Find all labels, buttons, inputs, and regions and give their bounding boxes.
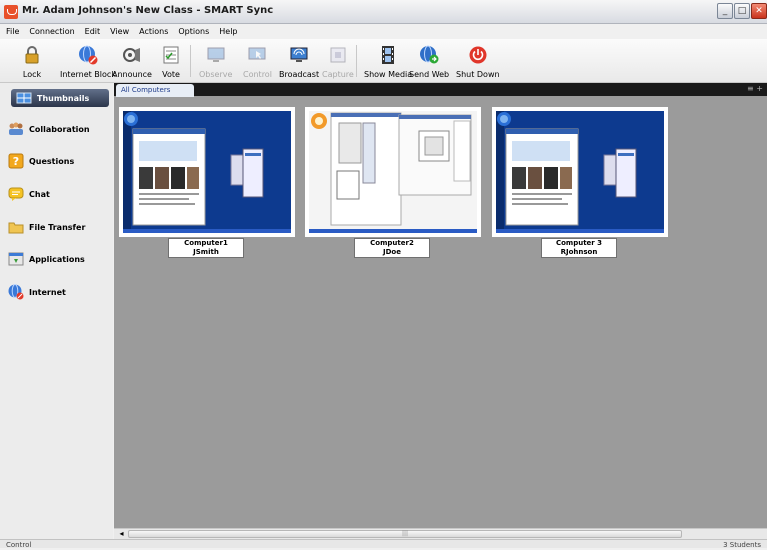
power-icon (468, 45, 488, 65)
scrollbar-thumb[interactable]: ||| (128, 530, 682, 538)
vote-icon (161, 45, 181, 65)
announce-button[interactable]: Announce (112, 43, 152, 81)
menu-help[interactable]: Help (219, 27, 237, 36)
applications-icon (8, 251, 24, 267)
svg-text:?: ? (13, 155, 19, 168)
sidebar-item-collaboration[interactable]: Collaboration (8, 118, 108, 140)
shut-down-button[interactable]: Shut Down (456, 43, 500, 81)
status-mode: Control (6, 541, 32, 549)
internet-block-button[interactable]: Internet Block (60, 43, 116, 81)
tab-strip: All Computers ≡ + (114, 83, 767, 97)
observe-button[interactable]: Observe (199, 43, 232, 81)
computer-name: Computer1 (184, 239, 228, 247)
sidebar: Thumbnails Collaboration ? Questions Cha… (0, 83, 113, 543)
sidebar-item-file-transfer[interactable]: File Transfer (8, 216, 108, 238)
close-button[interactable]: ✕ (751, 3, 767, 19)
chat-icon (8, 186, 24, 202)
folder-icon (8, 219, 24, 235)
sidebar-item-questions[interactable]: ? Questions (8, 150, 108, 172)
control-icon (247, 45, 267, 65)
film-icon (378, 45, 398, 65)
student-name: JDoe (383, 248, 401, 256)
horizontal-scrollbar[interactable]: ◂ ||| (114, 528, 767, 539)
send-web-button[interactable]: Send Web (409, 43, 449, 81)
window-controls: _ □ ✕ (717, 3, 767, 19)
menu-edit[interactable]: Edit (85, 27, 101, 36)
minimize-button[interactable]: _ (717, 3, 733, 19)
menu-bar: File Connection Edit View Actions Option… (0, 24, 767, 39)
sidebar-item-internet[interactable]: Internet (8, 281, 108, 303)
tab-all-computers[interactable]: All Computers (116, 84, 194, 97)
student-name: RJohnson (560, 248, 598, 256)
computer-name: Computer 3 (555, 239, 603, 247)
menu-options[interactable]: Options (178, 27, 209, 36)
capture-button[interactable]: Capture (322, 43, 354, 81)
computer-thumbnail[interactable] (305, 107, 481, 237)
computer-thumbnail[interactable] (492, 107, 668, 237)
sidebar-item-chat[interactable]: Chat (8, 183, 108, 205)
student-count: 3 Students (723, 541, 761, 549)
sidebar-item-applications[interactable]: Applications (8, 248, 108, 270)
menu-actions[interactable]: Actions (139, 27, 168, 36)
lock-icon (22, 45, 42, 65)
menu-file[interactable]: File (6, 27, 19, 36)
menu-connection[interactable]: Connection (29, 27, 74, 36)
toolbar-separator (356, 45, 357, 77)
thumbnails-icon (16, 90, 32, 106)
status-bar: Control 3 Students (0, 539, 767, 549)
title-bar: Mr. Adam Johnson's New Class - SMART Syn… (0, 0, 767, 24)
collaboration-icon (8, 121, 24, 137)
student-name: JSmith (193, 248, 219, 256)
computer-thumbnail[interactable] (119, 107, 295, 237)
tab-strip-options-icon[interactable]: ≡ + (747, 84, 763, 93)
computer-label: Computer 3 RJohnson (541, 238, 617, 258)
desktop-screenshot (123, 111, 291, 233)
show-media-button[interactable]: Show Media (364, 43, 412, 81)
toolbar-separator (190, 45, 191, 77)
sidebar-item-thumbnails[interactable]: Thumbnails (11, 89, 109, 107)
desktop-screenshot (496, 111, 664, 233)
computer-label: Computer2 JDoe (354, 238, 430, 258)
question-icon: ? (8, 153, 24, 169)
broadcast-button[interactable]: Broadcast (279, 43, 319, 81)
maximize-button[interactable]: □ (734, 3, 750, 19)
lock-button[interactable]: Lock (22, 43, 42, 81)
monitor-icon (206, 45, 226, 65)
computer-name: Computer2 (370, 239, 414, 247)
scroll-left-arrow-icon[interactable]: ◂ (116, 529, 127, 539)
broadcast-icon (289, 45, 309, 65)
internet-block-icon (78, 45, 98, 65)
window-title: Mr. Adam Johnson's New Class - SMART Syn… (22, 5, 274, 16)
menu-view[interactable]: View (110, 27, 129, 36)
capture-icon (328, 45, 348, 65)
vote-button[interactable]: Vote (161, 43, 181, 81)
thumbnails-panel: All Computers ≡ + Computer1 JSmith Compu… (114, 83, 767, 545)
desktop-screenshot (309, 111, 477, 233)
computer-label: Computer1 JSmith (168, 238, 244, 258)
announce-icon (122, 45, 142, 65)
send-web-icon (419, 45, 439, 65)
control-button[interactable]: Control (243, 43, 272, 81)
toolbar: Lock Internet Block Announce Vote Observ… (0, 39, 767, 83)
internet-icon (8, 284, 24, 300)
smart-sync-logo-icon (4, 5, 18, 19)
